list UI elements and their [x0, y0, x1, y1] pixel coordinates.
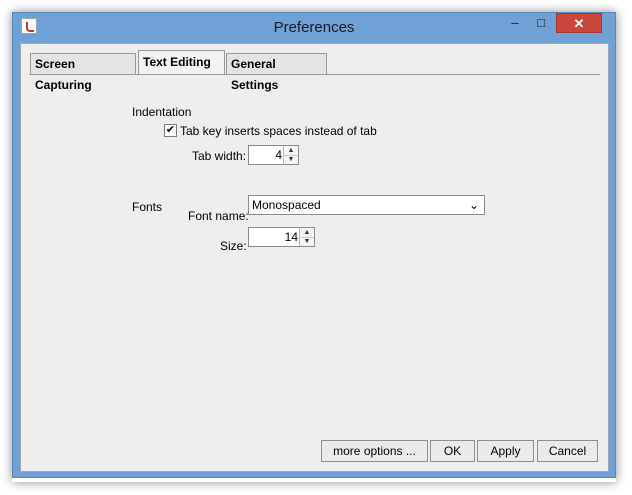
- fonts-section-label: Fonts: [132, 200, 163, 214]
- size-label: Size:: [220, 239, 247, 253]
- cancel-button[interactable]: Cancel: [537, 440, 598, 462]
- tab-general-settings[interactable]: General Settings: [226, 53, 327, 92]
- font-size-value[interactable]: 14: [285, 230, 298, 244]
- font-name-label: Font name:: [188, 209, 249, 223]
- indentation-section-label: Indentation: [132, 105, 192, 119]
- tab-width-spinner[interactable]: 4 ▲ ▼: [248, 145, 299, 165]
- tab-spaces-label[interactable]: Tab key inserts spaces instead of tab: [180, 124, 377, 138]
- ok-button[interactable]: OK: [430, 440, 475, 462]
- chevron-down-icon[interactable]: ⌄: [469, 198, 479, 212]
- tab-width-label: Tab width:: [192, 149, 247, 163]
- more-options-button[interactable]: more options ...: [321, 440, 428, 462]
- dialog-content: Screen Capturing Text Editing General Se…: [20, 43, 609, 472]
- font-name-value: Monospaced: [252, 198, 321, 212]
- tab-screen-capturing[interactable]: Screen Capturing: [30, 53, 136, 92]
- font-name-dropdown[interactable]: Monospaced ⌄: [248, 195, 485, 215]
- spinner-down-icon[interactable]: ▼: [284, 155, 298, 164]
- apply-button[interactable]: Apply: [477, 440, 534, 462]
- spinner-down-icon[interactable]: ▼: [300, 237, 314, 246]
- maximize-button[interactable]: □: [528, 13, 554, 33]
- minimize-button[interactable]: –: [502, 13, 528, 33]
- tab-text-editing[interactable]: Text Editing: [138, 50, 225, 75]
- tab-spaces-checkbox[interactable]: ✔: [164, 124, 177, 137]
- title-bar[interactable]: Preferences – □ ✕: [13, 13, 615, 44]
- font-size-spinner-arrows: ▲ ▼: [299, 228, 314, 246]
- tab-strip-border: [29, 74, 600, 75]
- preferences-window: Preferences – □ ✕ Screen Capturing Text …: [12, 12, 616, 478]
- font-size-spinner[interactable]: 14 ▲ ▼: [248, 227, 315, 247]
- tab-width-value[interactable]: 4: [275, 148, 282, 162]
- tab-width-spinner-arrows: ▲ ▼: [283, 146, 298, 164]
- close-button[interactable]: ✕: [556, 13, 602, 33]
